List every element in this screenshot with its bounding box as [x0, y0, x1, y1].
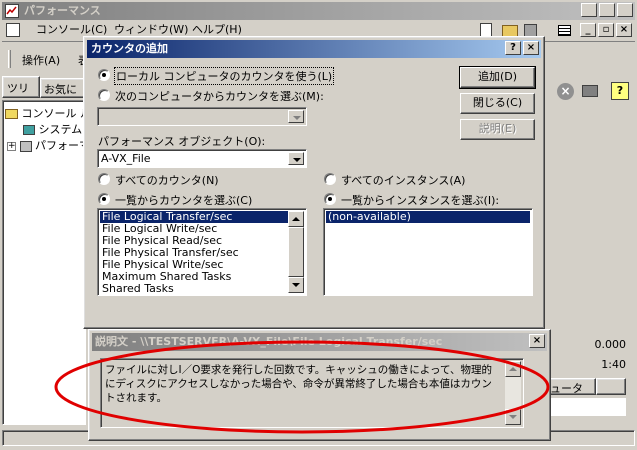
radio-remote-computer[interactable] [98, 89, 110, 101]
child-minimize-icon[interactable]: _ [580, 23, 596, 37]
counter-list-items: File Logical Transfer/sec File Logical W… [100, 211, 288, 295]
object-value: A-VX_File [101, 152, 151, 165]
radio-select-counters[interactable] [98, 193, 110, 205]
label-select-instances[interactable]: 一覧からインスタンスを選ぶ(I): [341, 192, 499, 208]
dialog-titlebar: カウンタの追加 ? × [87, 40, 541, 58]
list-item[interactable]: (non-available) [326, 211, 530, 223]
main-title: パフォーマンス [24, 4, 101, 17]
object-label: パフォーマンス オブジェクト(O): [98, 135, 266, 148]
help-icon[interactable]: ? [611, 82, 629, 100]
add-counters-dialog: カウンタの追加 ? × ローカル コンピュータのカウンタを使う(L) 次のコンピ… [83, 36, 545, 329]
counter-list-scrollbar[interactable] [288, 211, 304, 293]
explain-button[interactable]: 説明(E) [460, 119, 535, 140]
dialog-title: カウンタの追加 [91, 42, 168, 55]
perf-logs-icon [19, 140, 32, 152]
scroll-down-icon[interactable] [288, 277, 304, 293]
radio-all-counters[interactable] [98, 173, 110, 185]
value-field-last: 0.000 [594, 338, 627, 351]
toolbar-grip [8, 50, 11, 68]
tab-tree[interactable]: ツリー [2, 76, 40, 111]
main-titlebar: パフォーマンス _ □ × [2, 2, 635, 20]
perfmon-app-icon [5, 4, 19, 18]
instance-list-items: (non-available) [326, 211, 530, 223]
tree-item-system[interactable]: システム [23, 121, 82, 137]
list-view-icon[interactable] [558, 25, 571, 36]
child-close-icon[interactable]: × [616, 23, 632, 37]
tree-item-perf[interactable]: + パフォーマ [7, 137, 90, 153]
column-header-blank[interactable] [596, 378, 626, 395]
remote-computer-combo[interactable] [97, 107, 307, 126]
tree-label: システム [38, 123, 83, 136]
child-restore-icon[interactable]: ▫ [598, 23, 614, 37]
minimize-icon[interactable]: _ [581, 3, 597, 17]
tree-tabs: ツリー お気に入 [2, 76, 86, 111]
radio-select-instances[interactable] [324, 193, 336, 205]
chevron-down-icon[interactable] [288, 152, 304, 165]
value-field-duration: 1:40 [601, 358, 626, 371]
counter-listbox: File Logical Transfer/sec File Logical W… [97, 208, 307, 296]
dialog-help-button[interactable]: ? [505, 41, 521, 55]
maximize-icon[interactable]: □ [599, 3, 615, 17]
annotation-ellipse [54, 340, 550, 434]
mmc-doc-icon [6, 23, 20, 37]
chevron-down-icon[interactable] [288, 110, 304, 123]
tree-item-console-root[interactable]: コンソール ル [5, 105, 91, 121]
folder-icon [5, 109, 18, 119]
close-icon[interactable]: × [617, 3, 633, 17]
scroll-up-icon[interactable] [288, 211, 304, 227]
delete-counter-icon[interactable]: × [557, 83, 574, 100]
action-menu[interactable]: 操作(A) [22, 52, 60, 68]
label-select-counters[interactable]: 一覧からカウンタを選ぶ(C) [115, 192, 252, 208]
add-button[interactable]: 追加(D) [459, 66, 536, 89]
label-remote-computer[interactable]: 次のコンピュータからカウンタを選ぶ(M): [115, 88, 324, 104]
camera-icon[interactable] [582, 85, 598, 97]
instance-listbox: (non-available) [323, 208, 533, 296]
label-all-counters[interactable]: すべてのカウンタ(N) [115, 172, 219, 188]
radio-all-instances[interactable] [324, 173, 336, 185]
close-button[interactable]: 閉じる(C) [460, 93, 535, 114]
dialog-close-button[interactable]: × [523, 41, 539, 55]
tree-label: パフォーマ [35, 139, 90, 152]
expand-plus-icon[interactable]: + [7, 141, 16, 151]
scroll-thumb[interactable] [288, 227, 304, 277]
tree-label: コンソール ル [21, 107, 92, 120]
label-local-computer[interactable]: ローカル コンピュータのカウンタを使う(L) [113, 67, 335, 85]
radio-local-computer[interactable] [98, 69, 110, 81]
label-all-instances[interactable]: すべてのインスタンス(A) [341, 172, 465, 188]
monitor-icon [23, 125, 35, 135]
list-item[interactable]: Shared Tasks [100, 283, 288, 295]
annotation-ellipse-stroke [54, 340, 550, 434]
object-combo[interactable]: A-VX_File [97, 149, 307, 168]
tab-favorites[interactable]: お気に入 [40, 78, 86, 98]
